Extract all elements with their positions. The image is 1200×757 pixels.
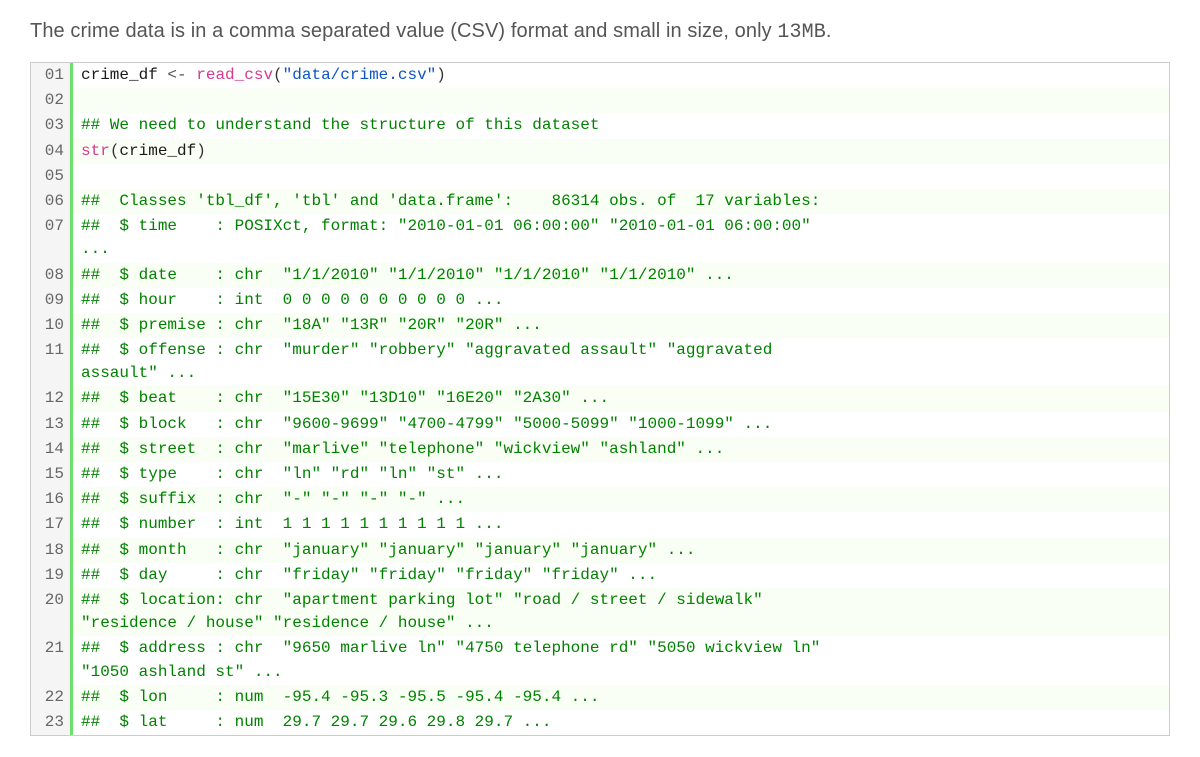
code-line-03[interactable]: ## We need to understand the structure o… xyxy=(73,113,1169,138)
line-number: 07 xyxy=(31,214,73,262)
line-number: 03 xyxy=(31,113,73,138)
line-number: 16 xyxy=(31,487,73,512)
token-assign: <- xyxy=(167,66,196,84)
line-number: 11 xyxy=(31,338,73,386)
line-number: 17 xyxy=(31,512,73,537)
code-line-04[interactable]: str(crime_df) xyxy=(73,139,1169,164)
code-line-20[interactable]: ## $ location: chr "apartment parking lo… xyxy=(73,588,1169,636)
code-line-21-main: ## $ address : chr "9650 marlive ln" "47… xyxy=(81,639,820,657)
line-number: 12 xyxy=(31,386,73,411)
code-line-06[interactable]: ## Classes 'tbl_df', 'tbl' and 'data.fra… xyxy=(73,189,1169,214)
code-line-18[interactable]: ## $ month : chr "january" "january" "ja… xyxy=(73,538,1169,563)
code-line-11-wrap: assault" ... xyxy=(81,364,196,382)
intro-size: 13MB xyxy=(777,21,825,44)
code-line-01[interactable]: crime_df <- read_csv("data/crime.csv") xyxy=(73,63,1169,88)
token-function: read_csv xyxy=(196,66,273,84)
line-number: 10 xyxy=(31,313,73,338)
code-line-13[interactable]: ## $ block : chr "9600-9699" "4700-4799"… xyxy=(73,412,1169,437)
line-number: 23 xyxy=(31,710,73,735)
intro-text: The crime data is in a comma separated v… xyxy=(30,20,777,42)
token-paren: ( xyxy=(110,142,120,160)
line-number: 09 xyxy=(31,288,73,313)
code-line-23[interactable]: ## $ lat : num 29.7 29.7 29.6 29.8 29.7 … xyxy=(73,710,1169,735)
line-number: 05 xyxy=(31,164,73,189)
code-line-02[interactable] xyxy=(73,88,1169,113)
line-number: 08 xyxy=(31,263,73,288)
code-line-14[interactable]: ## $ street : chr "marlive" "telephone" … xyxy=(73,437,1169,462)
code-line-21[interactable]: ## $ address : chr "9650 marlive ln" "47… xyxy=(73,636,1169,684)
code-line-22[interactable]: ## $ lon : num -95.4 -95.3 -95.5 -95.4 -… xyxy=(73,685,1169,710)
line-number: 18 xyxy=(31,538,73,563)
line-number: 22 xyxy=(31,685,73,710)
code-line-20-wrap: "residence / house" "residence / house" … xyxy=(81,614,494,632)
intro-suffix: . xyxy=(826,20,832,42)
code-line-08[interactable]: ## $ date : chr "1/1/2010" "1/1/2010" "1… xyxy=(73,263,1169,288)
token-paren: ( xyxy=(273,66,283,84)
code-line-16[interactable]: ## $ suffix : chr "-" "-" "-" "-" ... xyxy=(73,487,1169,512)
code-line-10[interactable]: ## $ premise : chr "18A" "13R" "20R" "20… xyxy=(73,313,1169,338)
token-string: "data/crime.csv" xyxy=(283,66,437,84)
code-line-07-main: ## $ time : POSIXct, format: "2010-01-01… xyxy=(81,217,811,235)
code-line-11[interactable]: ## $ offense : chr "murder" "robbery" "a… xyxy=(73,338,1169,386)
line-number: 13 xyxy=(31,412,73,437)
code-line-12[interactable]: ## $ beat : chr "15E30" "13D10" "16E20" … xyxy=(73,386,1169,411)
code-line-15[interactable]: ## $ type : chr "ln" "rd" "ln" "st" ... xyxy=(73,462,1169,487)
code-line-07[interactable]: ## $ time : POSIXct, format: "2010-01-01… xyxy=(73,214,1169,262)
token-paren: ) xyxy=(196,142,206,160)
token-function: str xyxy=(81,142,110,160)
code-line-19[interactable]: ## $ day : chr "friday" "friday" "friday… xyxy=(73,563,1169,588)
intro-paragraph: The crime data is in a comma separated v… xyxy=(30,20,1170,44)
code-line-07-wrap: ... xyxy=(81,240,110,258)
code-line-21-wrap: "1050 ashland st" ... xyxy=(81,663,283,681)
token-variable: crime_df xyxy=(81,66,167,84)
code-line-17[interactable]: ## $ number : int 1 1 1 1 1 1 1 1 1 1 ..… xyxy=(73,512,1169,537)
line-number: 02 xyxy=(31,88,73,113)
token-arg: crime_df xyxy=(119,142,196,160)
code-line-20-main: ## $ location: chr "apartment parking lo… xyxy=(81,591,763,609)
line-number: 06 xyxy=(31,189,73,214)
line-number: 04 xyxy=(31,139,73,164)
code-line-09[interactable]: ## $ hour : int 0 0 0 0 0 0 0 0 0 0 ... xyxy=(73,288,1169,313)
token-paren: ) xyxy=(436,66,446,84)
code-line-11-main: ## $ offense : chr "murder" "robbery" "a… xyxy=(81,341,772,359)
line-number: 21 xyxy=(31,636,73,684)
line-number: 15 xyxy=(31,462,73,487)
line-number: 01 xyxy=(31,63,73,88)
code-line-05[interactable] xyxy=(73,164,1169,189)
code-block: 01 crime_df <- read_csv("data/crime.csv"… xyxy=(30,62,1170,736)
line-number: 19 xyxy=(31,563,73,588)
line-number: 20 xyxy=(31,588,73,636)
line-number: 14 xyxy=(31,437,73,462)
